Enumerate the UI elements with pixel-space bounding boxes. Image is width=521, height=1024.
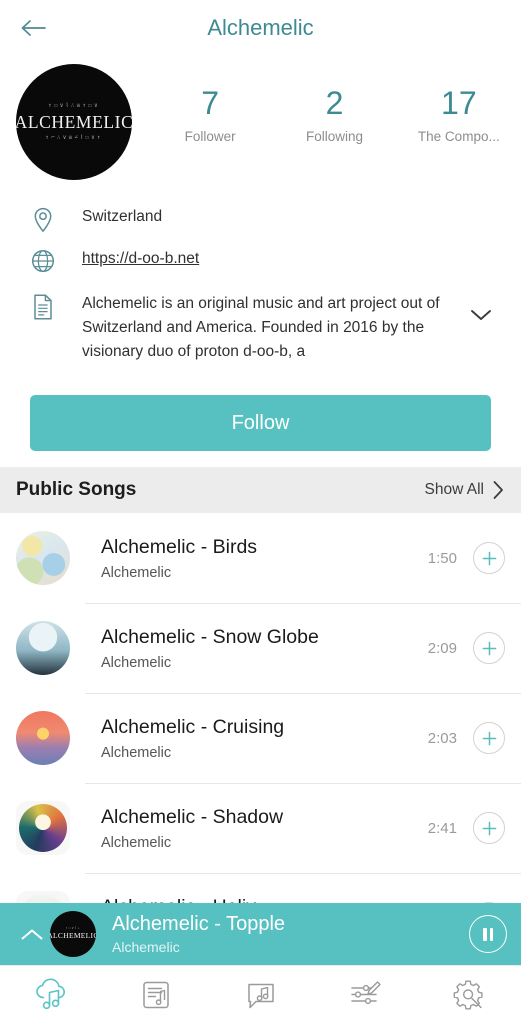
song-meta: Alchemelic - Shadow Alchemelic <box>101 805 428 850</box>
song-meta: Alchemelic - Snow Globe Alchemelic <box>101 625 428 670</box>
song-thumbnail <box>16 801 70 856</box>
stat-following-label: Following <box>305 129 363 145</box>
player-avatar-wordmark: ALCHEMELIC <box>50 931 96 941</box>
song-artist: Alchemelic <box>101 834 172 851</box>
song-artwork <box>16 531 70 586</box>
plus-icon <box>482 641 496 655</box>
public-songs-list: Alchemelic - Birds Alchemelic 1:50 Alche… <box>0 513 521 964</box>
song-artwork <box>16 711 70 766</box>
stat-compositions[interactable]: 17 The Compo... <box>397 85 521 145</box>
cloud-music-icon <box>36 978 66 1010</box>
stat-follower[interactable]: 7 Follower <box>148 85 272 145</box>
player-track-title: Alchemelic - Topple <box>112 913 286 935</box>
player-artwork: ↑☐∨⌇∴ ALCHEMELIC <box>50 911 96 957</box>
top-bar: Alchemelic <box>0 0 521 56</box>
mixer-edit-icon <box>350 981 381 1005</box>
chevron-right-icon <box>493 481 503 499</box>
avatar-runes-bottom: ↑⌐∴∨≡∠⌇☐∨↑ <box>45 134 103 142</box>
song-artwork <box>19 804 67 853</box>
profile-stats: 7 Follower 2 Following 17 The Compo... <box>148 64 521 144</box>
show-all-button[interactable]: Show All <box>425 480 505 500</box>
tab-settings[interactable] <box>417 978 521 1012</box>
stat-compositions-label: The Compo... <box>417 129 500 145</box>
song-meta: Alchemelic - Cruising Alchemelic <box>101 715 428 760</box>
mini-player[interactable]: ↑☐∨⌇∴ ALCHEMELIC Alchemelic - Topple Alc… <box>0 903 521 965</box>
add-song-button[interactable] <box>473 632 505 665</box>
stat-follower-value: 7 <box>201 85 220 121</box>
location-pin-icon <box>30 205 56 233</box>
player-meta: Alchemelic - Topple Alchemelic <box>112 913 469 955</box>
follow-button-container: Follow <box>0 377 521 467</box>
tab-chat-music[interactable] <box>208 978 312 1012</box>
add-song-button[interactable] <box>473 722 505 755</box>
public-songs-header: Public Songs Show All <box>0 467 521 514</box>
show-all-label: Show All <box>424 481 484 499</box>
playlist-icon <box>143 981 170 1009</box>
song-title: Alchemelic - Birds <box>101 536 258 559</box>
song-artist: Alchemelic <box>101 564 172 581</box>
song-thumbnail <box>16 621 70 676</box>
song-title: Alchemelic - Snow Globe <box>101 626 319 649</box>
player-track-artist: Alchemelic <box>112 939 180 955</box>
player-collapse-button[interactable] <box>14 927 50 942</box>
bottom-navigation <box>0 965 521 1024</box>
tab-cloud-music[interactable] <box>0 978 104 1012</box>
pause-icon-bar-left <box>483 927 487 941</box>
plus-icon <box>482 821 496 835</box>
bio-text: Alchemelic is an original music and art … <box>82 295 440 361</box>
profile-summary: ↑☐∨⌇∴≡↑☐∨ ALCHEMELIC ↑⌐∴∨≡∠⌇☐∨↑ 7 Follow… <box>0 56 521 184</box>
arrow-left-icon <box>21 20 46 36</box>
song-meta: Alchemelic - Birds Alchemelic <box>101 535 428 580</box>
avatar[interactable]: ↑☐∨⌇∴≡↑☐∨ ALCHEMELIC ↑⌐∴∨≡∠⌇☐∨↑ <box>16 64 132 180</box>
pause-icon-bar-right <box>489 927 493 941</box>
plus-icon <box>482 731 496 745</box>
add-song-button[interactable] <box>473 812 505 845</box>
song-artist: Alchemelic <box>101 654 172 671</box>
website-link[interactable]: https://d-oo-b.net <box>82 247 199 271</box>
song-title: Alchemelic - Shadow <box>101 806 284 829</box>
globe-icon <box>30 247 56 273</box>
page-title: Alchemelic <box>207 15 314 40</box>
song-duration: 2:41 <box>427 819 457 837</box>
chevron-down-icon <box>471 310 491 320</box>
add-song-button[interactable] <box>473 542 505 575</box>
location-text: Switzerland <box>82 208 163 225</box>
plus-icon <box>482 551 496 565</box>
back-button[interactable] <box>16 11 50 45</box>
song-duration: 2:03 <box>427 729 457 747</box>
player-avatar-runes: ↑☐∨⌇∴ <box>65 925 81 930</box>
follow-button[interactable]: Follow <box>30 395 491 452</box>
table-row[interactable]: Alchemelic - Shadow Alchemelic 2:41 <box>0 783 521 873</box>
song-thumbnail <box>16 531 70 586</box>
song-duration: 1:50 <box>427 549 457 567</box>
avatar-container: ↑☐∨⌇∴≡↑☐∨ ALCHEMELIC ↑⌐∴∨≡∠⌇☐∨↑ <box>0 64 148 180</box>
info-row-bio: Alchemelic is an original music and art … <box>0 280 521 371</box>
settings-gear-icon <box>453 980 483 1010</box>
document-icon <box>30 292 56 320</box>
stat-following-value: 2 <box>325 85 344 121</box>
song-title: Alchemelic - Cruising <box>101 716 285 739</box>
chat-music-icon <box>247 983 274 1009</box>
song-duration: 2:09 <box>427 639 457 657</box>
info-row-website[interactable]: https://d-oo-b.net <box>0 240 521 280</box>
stat-follower-label: Follower <box>184 129 236 145</box>
table-row[interactable]: Alchemelic - Cruising Alchemelic 2:03 <box>0 693 521 783</box>
song-artwork <box>16 621 70 676</box>
stat-compositions-value: 17 <box>441 85 477 121</box>
bio-expand-button[interactable] <box>464 292 498 322</box>
info-row-location: Switzerland <box>0 198 521 240</box>
section-title: Public Songs <box>16 479 137 501</box>
chevron-up-icon <box>21 929 43 939</box>
profile-info: Switzerland https://d-oo-b.net Alchemeli… <box>0 184 521 377</box>
tab-mixer-edit[interactable] <box>313 978 417 1012</box>
stat-following[interactable]: 2 Following <box>272 85 396 145</box>
table-row[interactable]: Alchemelic - Snow Globe Alchemelic 2:09 <box>0 603 521 693</box>
pause-button[interactable] <box>469 915 507 953</box>
avatar-wordmark: ALCHEMELIC <box>16 111 132 132</box>
song-thumbnail <box>16 711 70 766</box>
song-artist: Alchemelic <box>101 744 172 761</box>
avatar-runes-top: ↑☐∨⌇∴≡↑☐∨ <box>48 101 100 109</box>
tab-playlist[interactable] <box>104 978 208 1012</box>
table-row[interactable]: Alchemelic - Birds Alchemelic 1:50 <box>0 513 521 603</box>
